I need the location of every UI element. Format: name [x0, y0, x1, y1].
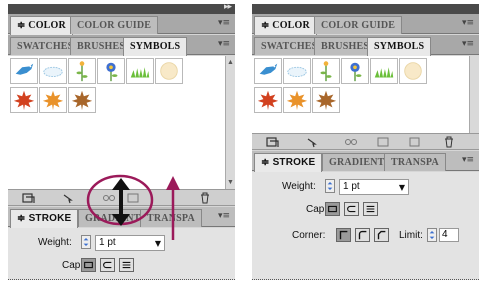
color-tabrow: ≑ COLOR COLOR GUIDE ▾≡ — [8, 14, 235, 35]
tab-color-guide[interactable]: COLOR GUIDE — [314, 16, 403, 34]
place-symbol-icon[interactable] — [306, 136, 320, 148]
symbols-iconbar — [8, 190, 235, 206]
dandelion-symbol[interactable] — [399, 58, 427, 84]
symbols-scrollbar[interactable] — [469, 56, 479, 133]
cap-label: Cap: — [62, 260, 84, 271]
tab-color[interactable]: ≑ COLOR — [10, 16, 73, 35]
library-tabrow: SWATCHES BRUSHES SYMBOLS ▾≡ — [252, 35, 479, 56]
stroke-body: Weight: 1 pt ▼ Cap: — [8, 228, 235, 280]
round-join-button[interactable] — [355, 228, 370, 242]
dandelion-symbol[interactable] — [155, 58, 183, 84]
library-tabrow: SWATCHES BRUSHES SYMBOLS ▾≡ — [8, 35, 235, 56]
round-cap-button[interactable] — [100, 258, 115, 272]
scroll-up-icon[interactable]: ▲ — [227, 59, 234, 66]
projecting-cap-button[interactable] — [119, 258, 134, 272]
scroll-down-icon[interactable]: ▼ — [227, 179, 234, 186]
cloud-symbol[interactable] — [283, 58, 311, 84]
symbol-libraries-icon[interactable] — [22, 192, 36, 204]
panel-menu-icon[interactable]: ▾≡ — [462, 155, 474, 165]
panel-topbar — [252, 4, 479, 14]
bird-symbol[interactable] — [254, 58, 282, 84]
tab-symbols[interactable]: SYMBOLS — [367, 37, 432, 56]
panel-menu-icon[interactable]: ▾≡ — [218, 18, 230, 28]
panel-menu-icon[interactable]: ▾≡ — [462, 39, 474, 49]
break-link-icon[interactable] — [102, 192, 116, 204]
panel-topbar: ▸▸ — [8, 4, 235, 14]
cap-label: Cap: — [306, 204, 328, 215]
brown-leaf-symbol[interactable] — [68, 87, 96, 113]
stroke-tabrow: ≑ STROKE GRADIENT TRANSPA ▾≡ — [8, 207, 235, 228]
corner-label: Corner: — [292, 230, 326, 241]
weight-stepper[interactable] — [81, 235, 91, 249]
symbol-options-icon[interactable] — [126, 192, 140, 204]
panel-bottom-edge — [252, 279, 479, 280]
cloud-symbol[interactable] — [39, 58, 67, 84]
orange-leaf-symbol[interactable] — [283, 87, 311, 113]
new-symbol-icon[interactable] — [408, 136, 422, 148]
limit-label: Limit: — [399, 230, 423, 241]
bevel-join-button[interactable] — [374, 228, 389, 242]
panel-bottom-edge — [8, 279, 235, 280]
symbol-options-icon[interactable] — [376, 136, 390, 148]
grass-symbol[interactable] — [126, 58, 154, 84]
collapse-icon[interactable]: ▸▸ — [224, 4, 232, 12]
miter-join-button[interactable] — [336, 228, 351, 242]
butt-cap-button[interactable] — [325, 202, 340, 216]
panel-menu-icon[interactable]: ▾≡ — [218, 211, 230, 221]
grass-symbol[interactable] — [370, 58, 398, 84]
place-symbol-icon[interactable] — [62, 192, 76, 204]
brown-leaf-symbol[interactable] — [312, 87, 340, 113]
flower-stem-symbol[interactable] — [312, 58, 340, 84]
red-leaf-symbol[interactable] — [10, 87, 38, 113]
delete-symbol-icon[interactable] — [198, 192, 212, 204]
stroke-body: Weight: 1 pt ▼ Cap: Corner: Limit: 4 — [252, 172, 479, 280]
weight-label: Weight: — [282, 181, 316, 192]
color-tabrow: ≑ COLOR COLOR GUIDE ▾≡ — [252, 14, 479, 35]
tab-symbols[interactable]: SYMBOLS — [123, 37, 188, 56]
tab-color[interactable]: ≑ COLOR — [254, 16, 317, 35]
symbol-libraries-icon[interactable] — [266, 136, 280, 148]
blue-flower-symbol[interactable] — [97, 58, 125, 84]
weight-label: Weight: — [38, 237, 72, 248]
symbols-scrollbar[interactable]: ▲ ▼ — [225, 56, 235, 189]
right-panel: ≑ COLOR COLOR GUIDE ▾≡ SWATCHES BRUSHES … — [252, 4, 479, 280]
limit-stepper[interactable] — [427, 228, 437, 242]
delete-symbol-icon[interactable] — [442, 136, 456, 148]
panel-menu-icon[interactable]: ▾≡ — [218, 39, 230, 49]
stroke-tabrow: ≑ STROKE GRADIENT TRANSPA ▾≡ — [252, 151, 479, 172]
tab-transparency[interactable]: TRANSPA — [140, 209, 202, 227]
tab-stroke[interactable]: ≑ STROKE — [254, 153, 323, 172]
orange-leaf-symbol[interactable] — [39, 87, 67, 113]
weight-stepper[interactable] — [325, 179, 335, 193]
bird-symbol[interactable] — [10, 58, 38, 84]
break-link-icon[interactable] — [344, 136, 358, 148]
limit-field[interactable]: 4 — [439, 228, 459, 242]
tab-stroke[interactable]: ≑ STROKE — [10, 209, 79, 228]
symbols-grid: ▲ ▼ — [8, 56, 235, 190]
left-panel: ▸▸ ≑ COLOR COLOR GUIDE ▾≡ SWATCHES BRUSH… — [8, 4, 235, 280]
flower-stem-symbol[interactable] — [68, 58, 96, 84]
tab-gradient[interactable]: GRADIENT — [78, 209, 148, 227]
symbols-grid — [252, 56, 479, 134]
blue-flower-symbol[interactable] — [341, 58, 369, 84]
panel-menu-icon[interactable]: ▾≡ — [462, 18, 474, 28]
projecting-cap-button[interactable] — [363, 202, 378, 216]
butt-cap-button[interactable] — [81, 258, 96, 272]
weight-select[interactable]: 1 pt ▼ — [95, 235, 165, 251]
round-cap-button[interactable] — [344, 202, 359, 216]
tab-color-guide[interactable]: COLOR GUIDE — [70, 16, 159, 34]
symbols-iconbar — [252, 134, 479, 150]
weight-select[interactable]: 1 pt ▼ — [339, 179, 409, 195]
tab-gradient[interactable]: GRADIENT — [322, 153, 392, 171]
red-leaf-symbol[interactable] — [254, 87, 282, 113]
tab-transparency[interactable]: TRANSPA — [384, 153, 446, 171]
